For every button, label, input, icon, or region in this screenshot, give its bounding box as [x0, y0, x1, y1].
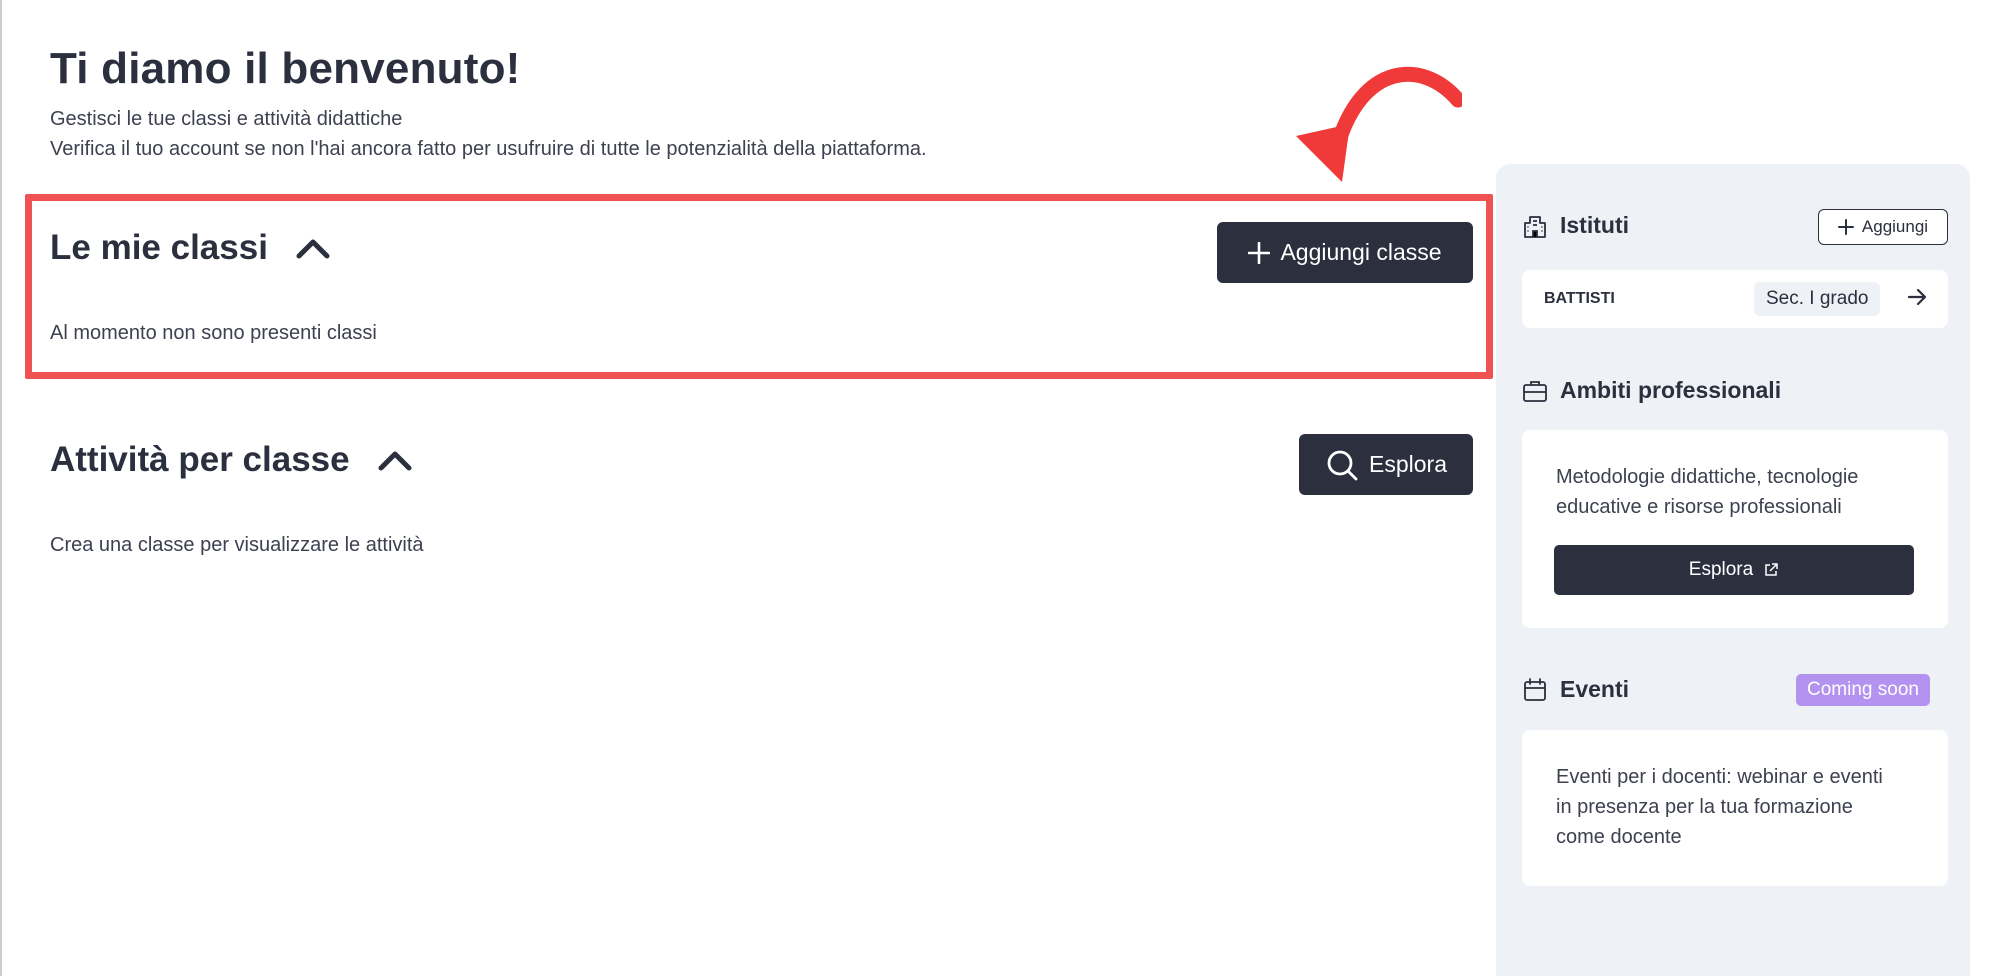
chevron-up-icon[interactable] [378, 449, 412, 471]
add-class-button[interactable]: Aggiungi classe [1217, 222, 1473, 283]
external-link-icon [1765, 563, 1778, 576]
activities-section-header[interactable]: Attività per classe [50, 440, 412, 480]
institutes-header: Istituti [1522, 212, 1629, 239]
institute-grade-badge: Sec. I grado [1754, 282, 1881, 316]
coming-soon-badge: Coming soon [1796, 674, 1930, 706]
plus-icon [1248, 241, 1271, 264]
events-card: Eventi per i docenti: webinar e eventi i… [1522, 730, 1948, 886]
page-title: Ti diamo il benvenuto! [50, 44, 521, 93]
professional-description: Metodologie didattiche, tecnologie educa… [1556, 466, 1859, 518]
professional-card: Metodologie didattiche, tecnologie educa… [1522, 430, 1948, 628]
professional-header: Ambiti professionali [1522, 377, 1781, 404]
add-institute-label: Aggiungi [1861, 217, 1929, 236]
activities-title: Attività per classe [50, 440, 350, 479]
search-icon [1327, 450, 1358, 480]
institute-item[interactable]: BATTISTI Sec. I grado [1522, 270, 1948, 328]
calendar-icon [1524, 677, 1546, 701]
building-icon [1524, 215, 1546, 238]
plus-icon [1837, 219, 1854, 235]
explore-label: Esplora [1369, 451, 1447, 477]
events-header: Eventi [1522, 676, 1629, 703]
explore-activities-button[interactable]: Esplora [1299, 434, 1473, 495]
chevron-up-icon[interactable] [296, 237, 330, 259]
annotation-arrow-icon [1296, 66, 1462, 182]
add-institute-button[interactable]: Aggiungi [1818, 209, 1948, 245]
main-page: Ti diamo il benvenuto! Gestisci le tue c… [0, 0, 2008, 976]
professional-title: Ambiti professionali [1560, 377, 1782, 403]
classes-section-header[interactable]: Le mie classi [50, 228, 330, 268]
events-title: Eventi [1560, 676, 1630, 702]
institutes-title: Istituti [1560, 212, 1629, 238]
classes-title: Le mie classi [50, 228, 268, 267]
arrow-right-icon[interactable] [1906, 286, 1928, 308]
briefcase-icon [1523, 380, 1547, 402]
professional-explore-button[interactable]: Esplora [1554, 545, 1914, 595]
professional-explore-label: Esplora [1688, 559, 1754, 580]
add-class-label: Aggiungi classe [1280, 239, 1442, 265]
activities-empty-text: Crea una classe per visualizzare le atti… [50, 534, 424, 556]
welcome-subtitle-1: Gestisci le tue classi e attività didatt… [50, 108, 403, 130]
welcome-subtitle-2: Verifica il tuo account se non l'hai anc… [50, 138, 927, 160]
events-description: Eventi per i docenti: webinar e eventi i… [1556, 766, 1883, 848]
classes-empty-text: Al momento non sono presenti classi [50, 322, 377, 344]
institute-name: BATTISTI [1544, 290, 1615, 307]
